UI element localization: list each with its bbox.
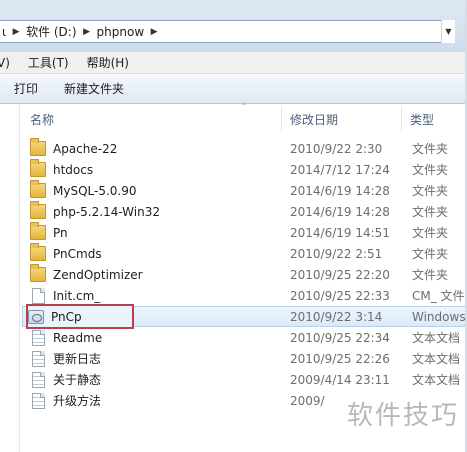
- watermark-text: 软件技巧: [346, 401, 459, 431]
- file-name: Apache-22: [53, 141, 118, 156]
- text-file-icon: [32, 371, 45, 388]
- column-header-type[interactable]: 类型: [402, 106, 467, 132]
- menu-help[interactable]: 帮助(H): [87, 54, 137, 71]
- text-file-icon: [32, 392, 45, 409]
- file-type: 文件夹: [412, 226, 449, 240]
- file-date: 2009/4/14 23:11: [290, 372, 390, 387]
- file-date: 2010/9/25 22:20: [290, 267, 390, 282]
- new-folder-button[interactable]: 新建文件夹: [64, 80, 124, 97]
- folder-icon: [30, 243, 46, 261]
- file-date: 2010/9/25 22:26: [290, 351, 390, 366]
- file-name: 更新日志: [53, 352, 102, 366]
- file-date: 2014/6/19 14:28: [290, 204, 390, 219]
- file-row[interactable]: Pn 2014/6/19 14:51 文件夹: [22, 222, 467, 243]
- text-file-icon: [32, 350, 45, 367]
- file-type: 文件夹: [412, 205, 449, 219]
- chevron-right-icon[interactable]: ▶: [148, 21, 160, 42]
- navigation-pane-edge: [0, 104, 20, 452]
- file-date: 2010/9/25 22:33: [290, 288, 390, 303]
- file-date: 2009/: [290, 393, 325, 408]
- file-row[interactable]: Readme 2010/9/25 22:34 文本文档: [22, 327, 467, 348]
- text-file-icon: [32, 329, 45, 346]
- chevron-right-icon[interactable]: ▶: [81, 21, 93, 42]
- file-name: php-5.2.14-Win32: [53, 204, 160, 219]
- folder-icon: [30, 138, 46, 156]
- command-bar: 打印 新建文件夹: [0, 74, 467, 104]
- breadcrumb: ι ▶ 软件 (D:) ▶ phpnow ▶: [2, 21, 160, 42]
- file-row[interactable]: 关于静态 2009/4/14 23:11 文本文档: [22, 369, 467, 390]
- file-date: 2014/6/19 14:51: [290, 225, 390, 240]
- file-row[interactable]: PnCmds 2010/9/22 2:51 文件夹: [22, 243, 467, 264]
- file-name: ZendOptimizer: [53, 267, 143, 282]
- file-row[interactable]: php-5.2.14-Win32 2014/6/19 14:28 文件夹: [22, 201, 467, 222]
- menu-tools[interactable]: 工具(T): [28, 54, 77, 71]
- folder-icon: [30, 222, 46, 240]
- file-name: PnCp: [51, 309, 82, 324]
- application-icon: [28, 309, 44, 324]
- file-type: 文件夹: [412, 247, 449, 261]
- file-type: 文本文档: [412, 352, 461, 366]
- file-date: 2010/9/22 2:30: [290, 141, 383, 156]
- file-name: MySQL-5.0.90: [53, 183, 137, 198]
- breadcrumb-fragment: ι: [2, 24, 7, 39]
- file-list-pane: ⌃ 名称 修改日期 类型 Apache-22 2010/9/22 2:30 文件…: [0, 102, 467, 452]
- menu-view[interactable]: V): [0, 56, 18, 70]
- file-row[interactable]: Apache-22 2010/9/22 2:30 文件夹: [22, 138, 467, 159]
- file-date: 2010/9/22 3:14: [290, 309, 383, 324]
- file-name: 升级方法: [53, 394, 102, 408]
- file-row[interactable]: MySQL-5.0.90 2014/6/19 14:28 文件夹: [22, 180, 467, 201]
- file-name: Init.cm_: [53, 288, 101, 303]
- file-type: CM_ 文件: [412, 289, 465, 303]
- folder-icon: [30, 264, 46, 282]
- folder-icon: [30, 201, 46, 219]
- file-name: htdocs: [53, 162, 94, 177]
- file-date: 2014/7/12 17:24: [290, 162, 390, 177]
- folder-icon: [30, 159, 46, 177]
- file-row[interactable]: htdocs 2014/7/12 17:24 文件夹: [22, 159, 467, 180]
- file-date: 2010/9/25 22:34: [290, 330, 390, 345]
- file-row[interactable]: ZendOptimizer 2010/9/25 22:20 文件夹: [22, 264, 467, 285]
- folder-icon: [30, 180, 46, 198]
- breadcrumb-folder[interactable]: phpnow: [93, 25, 149, 39]
- file-type: 文件夹: [412, 142, 449, 156]
- breadcrumb-drive[interactable]: 软件 (D:): [22, 23, 80, 40]
- file-type: 文件夹: [412, 184, 449, 198]
- chevron-right-icon[interactable]: ▶: [10, 21, 22, 42]
- file-icon: [32, 287, 45, 304]
- file-date: 2014/6/19 14:28: [290, 183, 390, 198]
- file-type: 文件夹: [412, 268, 449, 282]
- file-row-selected[interactable]: PnCp 2010/9/22 3:14 Windows: [22, 304, 467, 329]
- file-row[interactable]: Init.cm_ 2010/9/25 22:33 CM_ 文件: [22, 285, 467, 306]
- column-header-name[interactable]: 名称: [22, 106, 282, 132]
- file-type: Windows: [412, 309, 466, 324]
- column-header-row: ⌃ 名称 修改日期 类型: [22, 102, 467, 132]
- print-button[interactable]: 打印: [14, 80, 38, 97]
- file-date: 2010/9/22 2:51: [290, 246, 383, 261]
- column-header-date[interactable]: 修改日期: [282, 106, 402, 132]
- file-row[interactable]: 更新日志 2010/9/25 22:26 文本文档: [22, 348, 467, 369]
- file-name: Pn: [53, 225, 68, 240]
- file-type: 文件夹: [412, 163, 449, 177]
- file-name: PnCmds: [53, 246, 102, 261]
- file-name: Readme: [53, 330, 103, 345]
- file-type: 文本文档: [412, 331, 461, 345]
- file-type: 文本文档: [412, 373, 461, 387]
- file-name: 关于静态: [53, 373, 102, 387]
- address-bar-area: ι ▶ 软件 (D:) ▶ phpnow ▶ ▼: [0, 0, 467, 52]
- address-bar[interactable]: ι ▶ 软件 (D:) ▶ phpnow ▶: [0, 20, 455, 43]
- menu-bar: V) 工具(T) 帮助(H): [0, 52, 467, 74]
- file-rows: Apache-22 2010/9/22 2:30 文件夹 htdocs 2014…: [22, 138, 467, 411]
- chevron-down-icon[interactable]: ▼: [441, 20, 455, 43]
